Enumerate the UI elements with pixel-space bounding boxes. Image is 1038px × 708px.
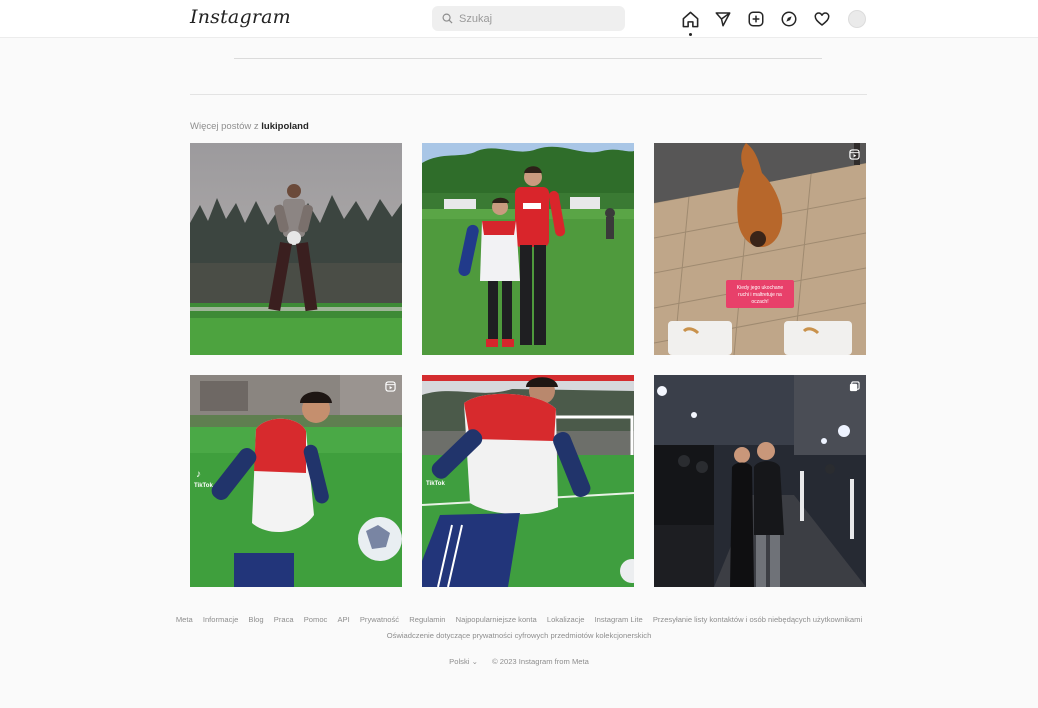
post-thumbnail-6[interactable] [654,375,866,587]
activity-heart-icon[interactable] [811,8,833,30]
post-image-player-goal: TikTok [422,375,634,587]
post-bottom-divider [234,58,822,59]
more-posts-heading: Więcej postów z lukipoland [190,121,309,132]
post-image-dog-floor: Kiedy jego ukochane ruchi i maltretuje n… [654,143,866,355]
svg-text:TikTok: TikTok [426,481,445,487]
footer-links: Meta Informacje Blog Praca Pomoc API Pry… [0,615,1038,624]
post-image-night-event [654,375,866,587]
more-posts-prefix: Więcej postów z [190,121,259,132]
home-icon[interactable] [679,8,701,36]
footer-link-najpopularniejsze-konta[interactable]: Najpopularniejsze konta [456,615,537,624]
instagram-logo[interactable]: Instagram [190,6,291,28]
footer-bottom: Polski ⌄ © 2023 Instagram from Meta [0,657,1038,666]
search-icon [442,13,453,24]
footer-link-informacje[interactable]: Informacje [203,615,238,624]
svg-text:♪: ♪ [196,469,201,480]
direct-message-icon[interactable] [712,8,734,30]
new-post-icon[interactable] [745,8,767,30]
footer-link-praca[interactable]: Praca [274,615,294,624]
carousel-icon [849,381,860,392]
svg-text:TikTok: TikTok [194,483,213,489]
explore-icon[interactable] [778,8,800,30]
footer-link-regulamin[interactable]: Regulamin [409,615,445,624]
language-selector[interactable]: Polski ⌄ [449,657,478,666]
post-thumbnail-1[interactable] [190,143,402,355]
footer-link-blog[interactable]: Blog [248,615,263,624]
post-image-goalkeeper [190,143,402,355]
svg-text:Kiedy jego ukochane: Kiedy jego ukochane [737,285,784,291]
footer-link-instagram-lite[interactable]: Instagram Lite [595,615,643,624]
chevron-down-icon: ⌄ [471,657,478,666]
section-divider [190,94,867,95]
svg-text:oczach!: oczach! [751,299,768,305]
post-image-player-ball: ♪ TikTok [190,375,402,587]
post-thumbnail-4[interactable]: ♪ TikTok [190,375,402,587]
footer-link-prywatnosc[interactable]: Prywatność [360,615,399,624]
reel-icon [849,149,860,160]
footer-link-contact-upload[interactable]: Przesyłanie listy kontaktów i osób niebę… [653,615,862,624]
footer-link-pomoc[interactable]: Pomoc [304,615,328,624]
svg-text:ruchi i maltretuje na: ruchi i maltretuje na [738,292,782,298]
copyright: © 2023 Instagram from Meta [492,657,589,666]
post-image-two-men-field [422,143,634,355]
active-indicator [689,33,692,36]
footer-link-meta[interactable]: Meta [176,615,193,624]
reel-icon [385,381,396,392]
more-posts-grid: Kiedy jego ukochane ruchi i maltretuje n… [190,143,866,587]
footer-link-lokalizacje[interactable]: Lokalizacje [547,615,585,624]
footer-link-api[interactable]: API [337,615,349,624]
post-thumbnail-2[interactable] [422,143,634,355]
nav-icons [679,8,866,36]
language-label: Polski [449,657,470,666]
more-posts-username-link[interactable]: lukipoland [261,121,309,132]
avatar [847,10,866,28]
search-input[interactable] [459,12,609,25]
post-thumbnail-5[interactable]: TikTok [422,375,634,587]
search-box[interactable] [432,6,625,31]
profile-avatar[interactable] [844,8,866,30]
top-navigation-bar: Instagram [0,0,1038,38]
post-thumbnail-3[interactable]: Kiedy jego ukochane ruchi i maltretuje n… [654,143,866,355]
footer-privacy-statement-link[interactable]: Oświadczenie dotyczące prywatności cyfro… [0,631,1038,640]
